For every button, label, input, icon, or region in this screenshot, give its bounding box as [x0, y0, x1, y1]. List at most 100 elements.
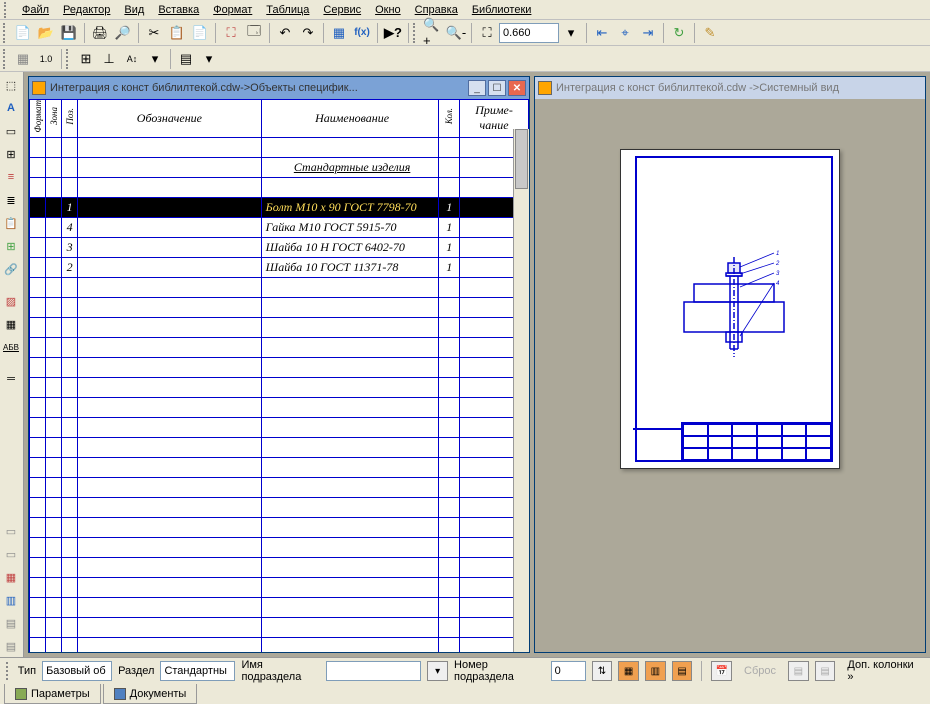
grid-icon[interactable]: ▦: [12, 48, 34, 70]
redo-icon[interactable]: ↷: [297, 22, 319, 44]
subname-input[interactable]: [326, 661, 421, 681]
dropdown3-icon[interactable]: ▾: [198, 48, 220, 70]
layer-icon[interactable]: ▤: [175, 48, 197, 70]
tab-docs[interactable]: Документы: [103, 684, 198, 704]
menu-window[interactable]: Окно: [369, 2, 407, 18]
help-icon[interactable]: ▶?: [382, 22, 404, 44]
reset-button[interactable]: Сброс: [738, 663, 782, 679]
tool-doc-icon[interactable]: 📋: [0, 212, 22, 234]
dropdown2-icon[interactable]: ▾: [144, 48, 166, 70]
zoom-out-icon[interactable]: 🔍-: [445, 22, 467, 44]
params-handle[interactable]: [6, 662, 12, 680]
tool-select-icon[interactable]: ⬚: [0, 74, 22, 96]
table-row[interactable]: [30, 357, 529, 377]
toolbar2-handle-2[interactable]: [66, 49, 72, 69]
toolbar-handle-2[interactable]: [413, 23, 419, 43]
ortho-icon[interactable]: ⊥: [98, 48, 120, 70]
table-row[interactable]: Стандартные изделия: [30, 157, 529, 177]
tool-spec1-icon[interactable]: ≡: [0, 166, 22, 188]
table-row[interactable]: [30, 557, 529, 577]
grid5-icon[interactable]: ▤: [815, 661, 836, 681]
table-row[interactable]: [30, 517, 529, 537]
table-row[interactable]: [30, 337, 529, 357]
toolbar2-handle[interactable]: [3, 49, 9, 69]
tab-params[interactable]: Параметры: [4, 684, 101, 704]
tool-section-icon[interactable]: ▭: [0, 120, 22, 142]
tool-bottom5-icon[interactable]: ▤: [0, 612, 22, 634]
menu-view[interactable]: Вид: [118, 2, 150, 18]
tool-abc-icon[interactable]: АБВ: [0, 336, 22, 358]
fx-icon[interactable]: f(x): [351, 22, 373, 44]
menu-insert[interactable]: Вставка: [152, 2, 205, 18]
maximize-icon[interactable]: ☐: [488, 80, 506, 96]
grid4-icon[interactable]: ▤: [788, 661, 809, 681]
table-icon[interactable]: ▦: [328, 22, 350, 44]
preview-icon[interactable]: 🔎: [112, 22, 134, 44]
cut-icon[interactable]: ✂: [143, 22, 165, 44]
menu-format[interactable]: Формат: [207, 2, 258, 18]
zoom-fit-icon[interactable]: ⛶: [476, 22, 498, 44]
grid3-icon[interactable]: ▤: [672, 661, 693, 681]
table-row[interactable]: [30, 317, 529, 337]
type-input[interactable]: [42, 661, 112, 681]
close-icon[interactable]: ✕: [508, 80, 526, 96]
subname-dropdown-icon[interactable]: ▾: [427, 661, 448, 681]
tool-pos-icon[interactable]: ⊞: [0, 143, 22, 165]
menu-libs[interactable]: Библиотеки: [466, 2, 538, 18]
table-row[interactable]: [30, 397, 529, 417]
grid1-icon[interactable]: ▦: [618, 661, 639, 681]
new-icon[interactable]: 📄: [12, 22, 34, 44]
table-row[interactable]: [30, 137, 529, 157]
table-row[interactable]: 4Гайка М10 ГОСТ 5915-701: [30, 217, 529, 237]
drawing-titlebar[interactable]: Интеграция с конст библилтекой.cdw ->Сис…: [535, 77, 925, 99]
extra-cols-button[interactable]: Доп. колонки »: [841, 657, 924, 685]
dropdown-icon[interactable]: ▾: [560, 22, 582, 44]
table-row[interactable]: [30, 297, 529, 317]
table-row[interactable]: [30, 177, 529, 197]
table-row[interactable]: [30, 477, 529, 497]
table-row[interactable]: [30, 577, 529, 597]
tool-bottom1-icon[interactable]: ▭: [0, 520, 22, 542]
copy-icon[interactable]: 📋: [166, 22, 188, 44]
tool-fill-icon[interactable]: ▦: [0, 313, 22, 335]
tool-bottom3-icon[interactable]: ▦: [0, 566, 22, 588]
tool-sep-icon[interactable]: ═: [0, 368, 22, 390]
tool-text-icon[interactable]: А: [0, 97, 22, 119]
table-row[interactable]: [30, 617, 529, 637]
table-row[interactable]: [30, 637, 529, 652]
subnum-spinner-icon[interactable]: ⇅: [592, 661, 613, 681]
table-row[interactable]: [30, 497, 529, 517]
spec-table[interactable]: Формат Зона Поз. Обозначение Наименовани…: [29, 99, 529, 652]
tool-link-icon[interactable]: 🔗: [0, 258, 22, 280]
zoom-in-icon[interactable]: 🔍+: [422, 22, 444, 44]
style-icon[interactable]: ⛶: [220, 22, 242, 44]
tool-bottom4-icon[interactable]: ▥: [0, 589, 22, 611]
menu-edit[interactable]: Редактор: [57, 2, 116, 18]
save-icon[interactable]: 💾: [58, 22, 80, 44]
cal-icon[interactable]: 📅: [711, 661, 732, 681]
table-row[interactable]: 2Шайба 10 ГОСТ 11371-781: [30, 257, 529, 277]
table-row[interactable]: [30, 597, 529, 617]
section-input[interactable]: [160, 661, 235, 681]
table-row[interactable]: [30, 277, 529, 297]
menu-help[interactable]: Справка: [409, 2, 464, 18]
tool-hatch-icon[interactable]: ▨: [0, 290, 22, 312]
props-icon[interactable]: 🗔: [243, 22, 265, 44]
toolbar-handle[interactable]: [3, 23, 9, 43]
tool-spec2-icon[interactable]: ≣: [0, 189, 22, 211]
table-row[interactable]: [30, 377, 529, 397]
xy-icon[interactable]: 1.0: [35, 48, 57, 70]
table-row[interactable]: [30, 437, 529, 457]
link-icon[interactable]: A↕: [121, 48, 143, 70]
nav-right-icon[interactable]: ⇥: [637, 22, 659, 44]
nav-left-icon[interactable]: ⇤: [591, 22, 613, 44]
menu-service[interactable]: Сервис: [317, 2, 367, 18]
zoom-input[interactable]: [499, 23, 559, 43]
menu-file[interactable]: Файл: [16, 2, 55, 18]
spec-scrollbar[interactable]: [513, 129, 529, 652]
tool-bottom6-icon[interactable]: ▤: [0, 635, 22, 657]
drawing-canvas[interactable]: 1 2 3 4: [535, 99, 925, 652]
table-row[interactable]: [30, 537, 529, 557]
minimize-icon[interactable]: _: [468, 80, 486, 96]
nav-center-icon[interactable]: ⌖: [614, 22, 636, 44]
